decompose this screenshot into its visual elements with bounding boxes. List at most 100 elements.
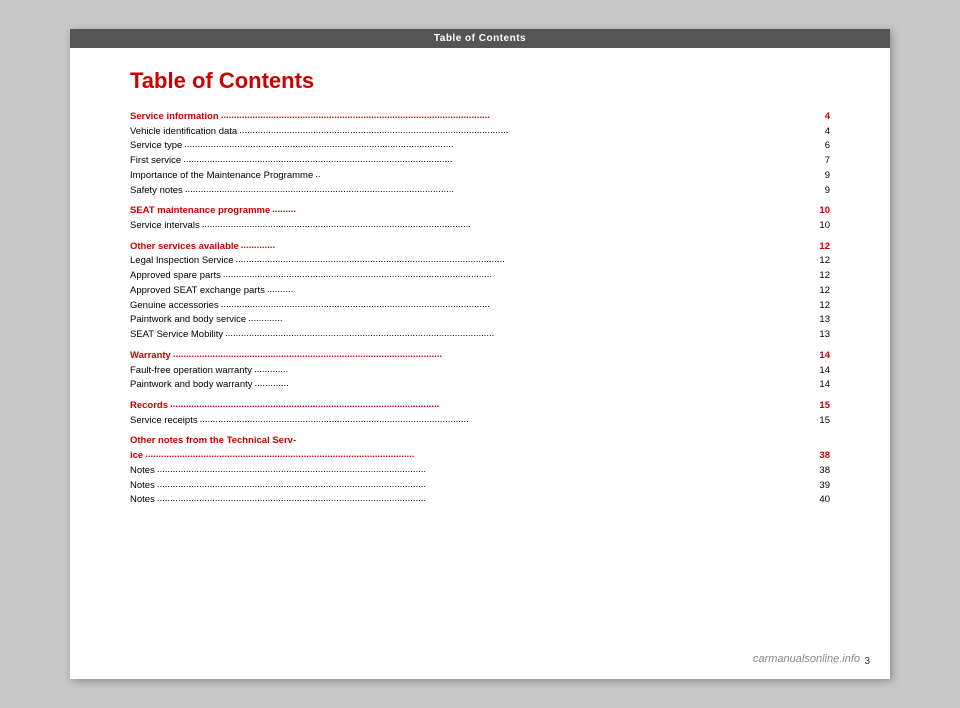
toc-dots: ......... [272, 203, 804, 218]
toc-list: Service information ....................… [130, 110, 830, 508]
toc-entry: Genuine accessories ....................… [130, 299, 830, 314]
toc-entry: Notes ..................................… [130, 479, 830, 494]
toc-dots: ........................................… [170, 398, 804, 413]
toc-dots: ........................................… [225, 327, 804, 342]
toc-label: First service [130, 154, 181, 169]
toc-dots: .. [315, 168, 804, 183]
toc-entry: Service intervals ......................… [130, 219, 830, 234]
toc-page: 15 [810, 399, 830, 414]
toc-entry: Approved spare parts ...................… [130, 269, 830, 284]
toc-page: 12 [810, 284, 830, 299]
toc-page: 15 [810, 414, 830, 429]
toc-entry: Legal Inspection Service ...............… [130, 254, 830, 269]
toc-dots: ............. [255, 377, 804, 392]
toc-label: Other notes from the Technical Serv- [130, 434, 296, 449]
toc-page: 13 [810, 313, 830, 328]
toc-entry: Safety notes ...........................… [130, 184, 830, 199]
toc-dots: ........................................… [239, 124, 804, 139]
toc-dots: ........................................… [223, 268, 804, 283]
toc-label: Genuine accessories [130, 299, 219, 314]
toc-entry: ice ....................................… [130, 449, 830, 464]
toc-entry: Paintwork and body service .............… [130, 313, 830, 328]
toc-label: Approved SEAT exchange parts [130, 284, 265, 299]
toc-label: Legal Inspection Service [130, 254, 234, 269]
toc-entry: Importance of the Maintenance Programme … [130, 169, 830, 184]
header-title: Table of Contents [434, 33, 526, 44]
toc-page: 39 [810, 479, 830, 494]
toc-entry: Service type ...........................… [130, 139, 830, 154]
toc-page: 12 [810, 240, 830, 255]
toc-label: ice [130, 449, 143, 464]
main-title: Table of Contents [130, 68, 830, 94]
toc-label: Vehicle identification data [130, 125, 237, 140]
toc-label: Importance of the Maintenance Programme [130, 169, 313, 184]
toc-entry: First service ..........................… [130, 154, 830, 169]
toc-page: 40 [810, 493, 830, 508]
toc-page: 38 [810, 449, 830, 464]
toc-page: 12 [810, 269, 830, 284]
toc-entry: Notes ..................................… [130, 464, 830, 479]
toc-label: Service intervals [130, 219, 200, 234]
toc-dots: ........................................… [157, 478, 804, 493]
toc-page: 14 [810, 349, 830, 364]
toc-page: 13 [810, 328, 830, 343]
toc-entry: Notes ..................................… [130, 493, 830, 508]
toc-page: 10 [810, 219, 830, 234]
toc-label: Paintwork and body service [130, 313, 246, 328]
toc-dots: ........................................… [183, 153, 804, 168]
watermark: carmanualsonline.info [753, 653, 860, 665]
toc-entry: SEAT maintenance programme ......... 10 [130, 204, 830, 219]
content-area: Table of Contents Service information ..… [70, 48, 890, 679]
toc-dots: ........................................… [157, 463, 804, 478]
toc-entry: Warranty ...............................… [130, 349, 830, 364]
toc-label: Other services available [130, 240, 239, 255]
toc-dots: ........................................… [200, 413, 804, 428]
toc-label: SEAT maintenance programme [130, 204, 270, 219]
page-number: 3 [864, 656, 870, 667]
toc-dots: ............. [254, 363, 804, 378]
toc-dots: ........................................… [184, 138, 804, 153]
toc-entry: Vehicle identification data ............… [130, 125, 830, 140]
toc-dots: ............. [241, 239, 804, 254]
toc-entry: Other services available ............. 12 [130, 240, 830, 255]
toc-entry: SEAT Service Mobility ..................… [130, 328, 830, 343]
toc-page: 9 [810, 184, 830, 199]
toc-page: 7 [810, 154, 830, 169]
toc-label: Warranty [130, 349, 171, 364]
toc-dots: .......... [267, 283, 804, 298]
toc-entry: Fault-free operation warranty ..........… [130, 364, 830, 379]
toc-label: Service information [130, 110, 219, 125]
toc-label: Safety notes [130, 184, 183, 199]
toc-dots: ........................................… [202, 218, 804, 233]
toc-label: Approved spare parts [130, 269, 221, 284]
toc-page: 14 [810, 364, 830, 379]
toc-entry: Other notes from the Technical Serv- [130, 434, 830, 449]
toc-label: Notes [130, 464, 155, 479]
toc-entry: Approved SEAT exchange parts .......... 1… [130, 284, 830, 299]
toc-dots: ........................................… [236, 253, 804, 268]
toc-page: 10 [810, 204, 830, 219]
toc-dots: ............. [248, 312, 804, 327]
toc-entry: Service receipts .......................… [130, 414, 830, 429]
toc-entry: Paintwork and body warranty ............… [130, 378, 830, 393]
toc-dots: ........................................… [185, 183, 804, 198]
toc-entry: Service information ....................… [130, 110, 830, 125]
page-container: Table of Contents Table of Contents Serv… [70, 29, 890, 679]
header-bar: Table of Contents [70, 29, 890, 48]
toc-dots: ........................................… [157, 492, 804, 507]
toc-dots: ........................................… [221, 298, 804, 313]
toc-page: 4 [810, 110, 830, 125]
toc-label: Notes [130, 493, 155, 508]
toc-page: 6 [810, 139, 830, 154]
toc-dots: ........................................… [173, 348, 804, 363]
toc-page: 12 [810, 299, 830, 314]
toc-dots: ........................................… [145, 448, 804, 463]
toc-page: 38 [810, 464, 830, 479]
toc-label: SEAT Service Mobility [130, 328, 223, 343]
toc-label: Service receipts [130, 414, 198, 429]
toc-label: Fault-free operation warranty [130, 364, 252, 379]
toc-label: Records [130, 399, 168, 414]
toc-label: Notes [130, 479, 155, 494]
toc-page: 9 [810, 169, 830, 184]
toc-entry: Records ................................… [130, 399, 830, 414]
